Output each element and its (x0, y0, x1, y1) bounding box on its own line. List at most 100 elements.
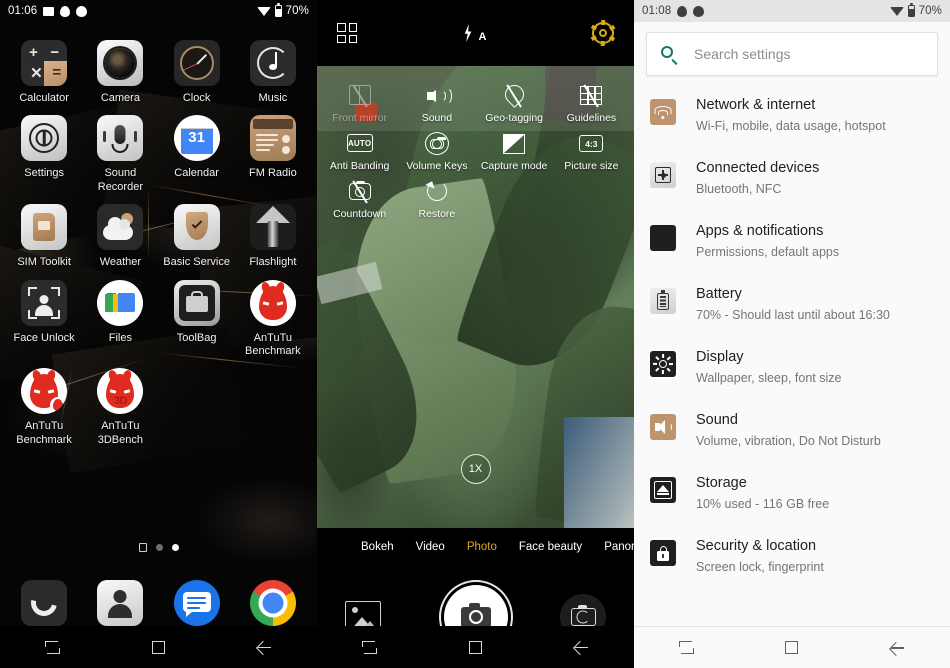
app-settings[interactable]: Settings (6, 105, 82, 194)
camera-setting-front-mirror[interactable]: Front mirror (321, 76, 398, 124)
camera-mode-bokeh[interactable]: Bokeh (361, 541, 394, 553)
camera-setting-label: Anti Banding (329, 160, 390, 173)
settings-item-title: Apps & notifications (696, 223, 824, 239)
app-label: SIM Toolkit (17, 256, 71, 269)
battery-percent: 70% (285, 5, 309, 17)
blob-icon-2 (693, 5, 705, 17)
fm-radio-icon (249, 115, 296, 162)
camera-viewfinder[interactable]: Front mirror Sound Geo-tagging Guideline… (317, 66, 634, 528)
page-dot-1[interactable] (155, 544, 163, 551)
settings-item-storage[interactable]: Storage 10% used - 116 GB free (634, 462, 950, 525)
camera-setting-label: Countdown (333, 208, 387, 221)
app-sim-toolkit[interactable]: SIM Toolkit (6, 194, 82, 269)
settings-item-apps-notifications[interactable]: Apps & notifications Permissions, defaul… (634, 210, 950, 273)
app-toolbag[interactable]: ToolBag (159, 270, 235, 359)
app-label: AnTuTu Benchmark (245, 331, 301, 358)
camera-mode-panorama[interactable]: Panorama (604, 541, 634, 553)
back-button[interactable] (869, 627, 925, 668)
app-row: + − ✕ = Calculator Camera Clock Music (6, 30, 311, 105)
settings-item-battery[interactable]: Battery 70% - Should last until about 16… (634, 273, 950, 336)
camera-setting-capture-mode[interactable]: Capture mode (476, 124, 553, 172)
camera-setting-restore[interactable]: Restore (398, 172, 475, 220)
app-fm-radio[interactable]: FM Radio (235, 105, 311, 194)
camera-mode-video[interactable]: Video (416, 541, 445, 553)
home-button[interactable] (130, 626, 186, 668)
app-sound-recorder[interactable]: Sound Recorder (82, 105, 158, 194)
grid-mode-icon[interactable] (337, 23, 357, 43)
settings-item-security-location[interactable]: Security & location Screen lock, fingerp… (634, 525, 950, 588)
dock-item-chrome[interactable] (235, 580, 311, 626)
camera-mode-selector[interactable]: Bokeh Video Photo Face beauty Panorama (317, 528, 634, 566)
app-row: Face Unlock Files ToolBag AnTuTu Benchma… (6, 270, 311, 359)
camera-mode-face-beauty[interactable]: Face beauty (519, 541, 582, 553)
connected-devices-icon (650, 162, 676, 188)
camera-setting-anti-banding[interactable]: AUTO Anti Banding (321, 124, 398, 172)
app-label: FM Radio (249, 167, 297, 180)
page-indicator[interactable] (0, 543, 317, 552)
dock-item-messages[interactable] (159, 580, 235, 626)
sound-icon (424, 84, 452, 108)
app-label: Sound Recorder (97, 167, 143, 193)
status-right: 70% (889, 3, 942, 17)
back-icon (890, 641, 905, 655)
app-weather[interactable]: Weather (82, 194, 158, 269)
flash-auto-icon[interactable]: A (462, 23, 488, 43)
settings-item-display[interactable]: Display Wallpaper, sleep, font size (634, 336, 950, 399)
page-dot-2[interactable] (171, 544, 179, 551)
camera-setting-guidelines[interactable]: Guidelines (553, 76, 630, 124)
search-input[interactable]: Search settings (646, 32, 938, 76)
toolbag-icon (173, 279, 220, 326)
app-files[interactable]: Files (82, 270, 158, 359)
camera-panel: A Front mirror Sound Geo-tagging Guideli… (317, 0, 634, 668)
settings-item-connected-devices[interactable]: Connected devices Bluetooth, NFC (634, 147, 950, 210)
app-calculator[interactable]: + − ✕ = Calculator (6, 30, 82, 105)
settings-nav-bar (634, 626, 950, 668)
camera-setting-countdown[interactable]: Countdown (321, 172, 398, 220)
status-left: 01:06 (8, 5, 88, 17)
settings-item-subtitle: 10% used - 116 GB free (696, 496, 830, 511)
app-music[interactable]: Music (235, 30, 311, 105)
camera-setting-volume-keys[interactable]: Volume Keys (398, 124, 475, 172)
dock-item-phone[interactable] (6, 580, 82, 626)
three-phone-screenshots: 01:06 70% + − ✕ = Calculator Camera Cloc… (0, 0, 950, 668)
dock-item-contacts[interactable] (82, 580, 158, 626)
back-button[interactable] (236, 626, 292, 668)
status-time: 01:08 (642, 5, 672, 17)
app-antutu-3dbench[interactable]: 3D AnTuTu 3DBench (82, 358, 158, 447)
camera-mode-photo[interactable]: Photo (467, 541, 497, 553)
settings-item-sound[interactable]: Sound Volume, vibration, Do Not Disturb (634, 399, 950, 462)
app-camera[interactable]: Camera (82, 30, 158, 105)
app-flashlight[interactable]: Flashlight (235, 194, 311, 269)
settings-item-subtitle: Bluetooth, NFC (696, 181, 782, 196)
app-antutu-benchmark-2[interactable]: AnTuTu Benchmark (6, 358, 82, 447)
status-time: 01:06 (8, 5, 38, 17)
app-empty-slot (235, 358, 311, 447)
app-antutu-benchmark[interactable]: AnTuTu Benchmark (235, 270, 311, 359)
app-face-unlock[interactable]: Face Unlock (6, 270, 82, 359)
picture-size-icon: 4:3 (578, 132, 604, 156)
app-clock[interactable]: Clock (159, 30, 235, 105)
restore-icon (424, 180, 450, 204)
camera-setting-sound[interactable]: Sound (398, 76, 475, 124)
settings-item-text: Display Wallpaper, sleep, font size (696, 346, 841, 386)
recents-button[interactable] (342, 626, 398, 668)
app-calendar[interactable]: 31 Calendar (159, 105, 235, 194)
home-button[interactable] (447, 626, 503, 668)
back-button[interactable] (553, 626, 609, 668)
settings-item-subtitle: Screen lock, fingerprint (696, 559, 824, 574)
camera-setting-geo-tagging[interactable]: Geo-tagging (476, 76, 553, 124)
camera-setting-picture-size[interactable]: 4:3 Picture size (553, 124, 630, 172)
front-mirror-off-icon (347, 84, 373, 108)
app-basic-service[interactable]: Basic Service (159, 194, 235, 269)
home-button[interactable] (764, 627, 820, 668)
camera-nav-bar (317, 626, 634, 668)
blob-icon-2 (76, 5, 88, 17)
wifi-icon (256, 6, 271, 16)
recents-button[interactable] (25, 626, 81, 668)
gear-icon[interactable] (590, 20, 616, 46)
zoom-level-badge[interactable]: 1X (460, 454, 491, 484)
all-apps-icon[interactable] (138, 543, 147, 552)
settings-item-network-internet[interactable]: Network & internet Wi-Fi, mobile, data u… (634, 84, 950, 147)
app-label: Clock (182, 92, 211, 104)
recents-button[interactable] (659, 627, 715, 668)
